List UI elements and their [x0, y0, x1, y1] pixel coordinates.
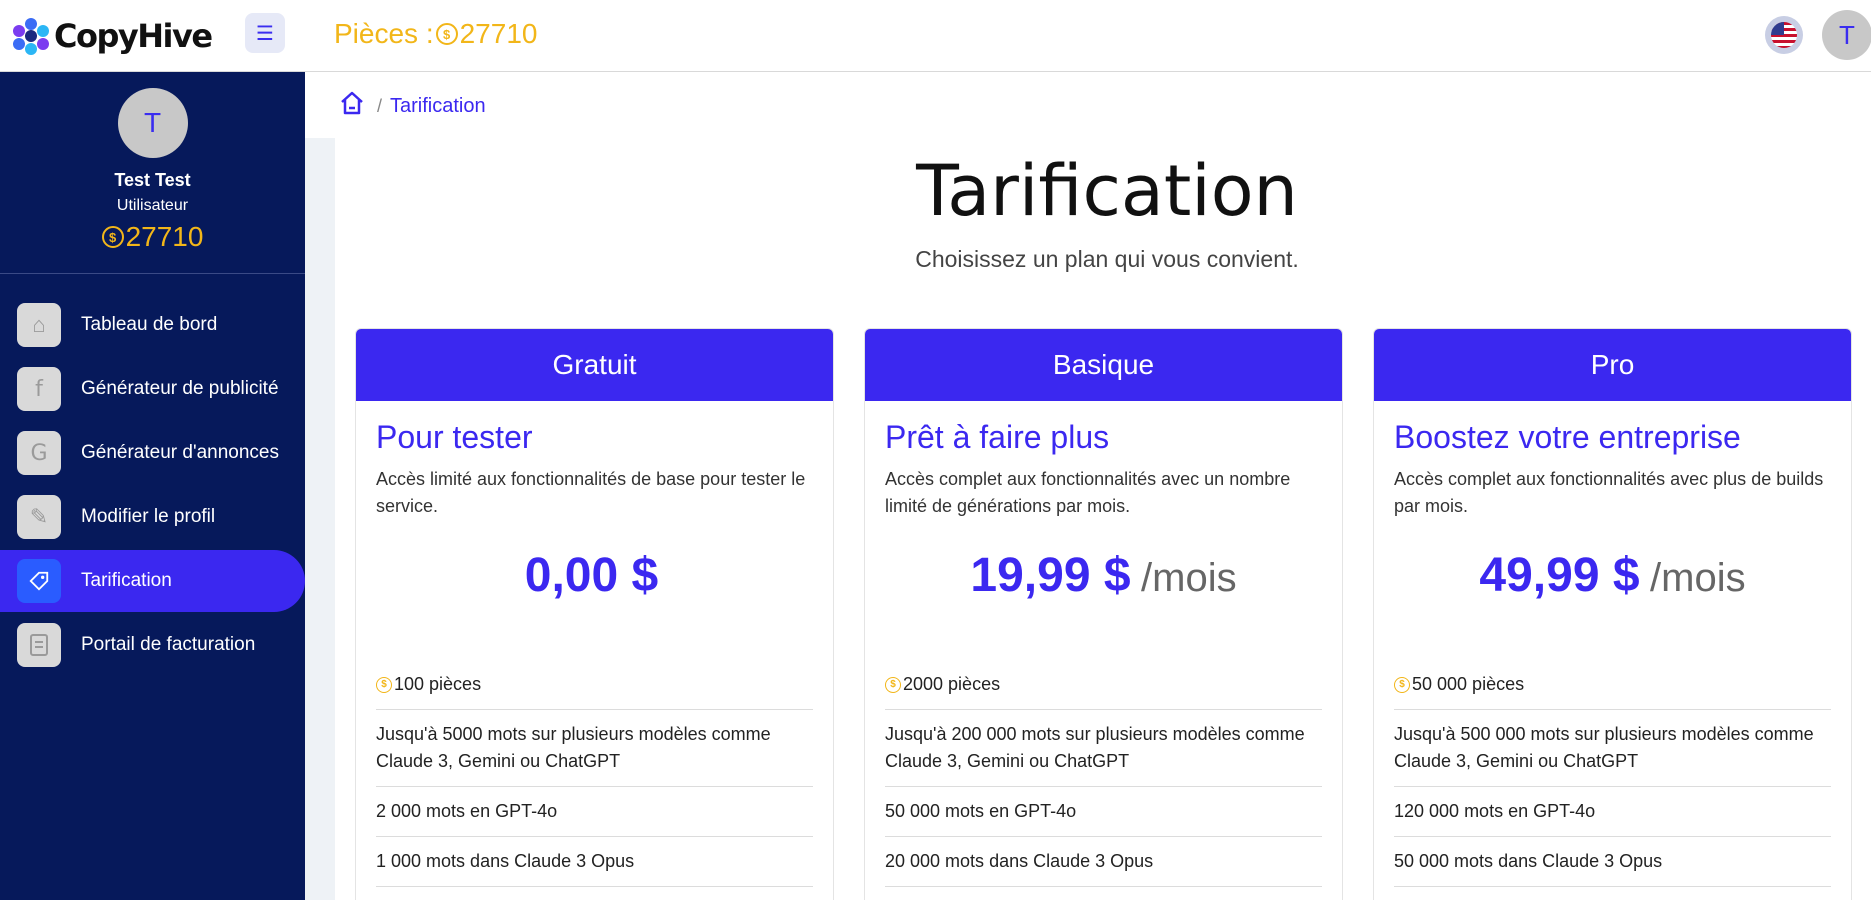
plan-price: 0,00 $: [376, 548, 813, 608]
plan-tagline: Prêt à faire plus: [885, 419, 1110, 455]
sidebar: T Test Test Utilisateur $ 27710 ⌂ Tablea…: [0, 72, 305, 900]
feature-item: 120 000 mots en GPT-4o: [1394, 787, 1831, 837]
top-bar: CopyHive ☰ Pièces : $ 27710 T: [0, 0, 1871, 72]
price-period: /mois: [1141, 556, 1237, 600]
pencil-icon: ✎: [17, 495, 61, 539]
content-gutter: [305, 138, 335, 900]
feature-item: $ 100 pièces: [376, 669, 813, 710]
feature-item: 1 000 mots dans Claude 3 Opus: [376, 837, 813, 887]
feature-item: $ 2000 pièces: [885, 669, 1322, 710]
feature-item: Jusqu'à 5000 mots sur plusieurs modèles …: [376, 710, 813, 787]
user-coins: $ 27710: [0, 221, 305, 253]
feature-item: $ 50 000 pièces: [1394, 669, 1831, 710]
user-role: Utilisateur: [116, 197, 189, 214]
sidebar-item-label: Portail de facturation: [81, 634, 256, 655]
home-icon[interactable]: [339, 90, 365, 122]
sidebar-item-label: Modifier le profil: [81, 506, 216, 527]
sidebar-item-listing-generator[interactable]: G Générateur d'annonces: [0, 422, 305, 484]
us-flag-icon: [1771, 22, 1797, 48]
feature-item: 20 000 mots dans Claude 3 Opus: [885, 837, 1322, 887]
feature-list: $ 2000 pièces Jusqu'à 200 000 mots sur p…: [885, 669, 1322, 887]
feature-item: 50 000 mots dans Claude 3 Opus: [1394, 837, 1831, 887]
sidebar-item-billing[interactable]: Portail de facturation: [0, 614, 305, 676]
plan-price: 49,99 $ /mois: [1394, 548, 1831, 608]
plan-card-basic: Basique Prêt à faire plus Accès complet …: [864, 328, 1343, 900]
feature-item: Jusqu'à 200 000 mots sur plusieurs modèl…: [885, 710, 1322, 787]
user-coins-value: 27710: [125, 221, 204, 252]
coins-label: Pièces :: [334, 18, 434, 49]
menu-toggle-button[interactable]: ☰: [245, 13, 285, 53]
coin-icon: $: [1394, 676, 1410, 693]
plan-card-pro: Pro Boostez votre entreprise Accès compl…: [1373, 328, 1852, 900]
copyhive-logo-icon: [12, 17, 50, 55]
plan-card-free: Gratuit Pour tester Accès limité aux fon…: [355, 328, 834, 900]
breadcrumb-separator: /: [377, 95, 383, 116]
profile-avatar: T: [117, 88, 188, 158]
plan-price: 19,99 $ /mois: [885, 548, 1322, 608]
document-icon: [17, 623, 61, 667]
home-icon: ⌂: [17, 303, 61, 347]
sidebar-item-pricing[interactable]: Tarification: [0, 550, 305, 612]
price-amount: 0,00 $: [524, 549, 659, 602]
price-amount: 49,99 $: [1479, 549, 1640, 602]
plan-tagline: Boostez votre entreprise: [1394, 419, 1741, 455]
page-subtitle: Choisissez un plan qui vous convient.: [915, 246, 1299, 272]
sidebar-item-dashboard[interactable]: ⌂ Tableau de bord: [0, 294, 305, 356]
sidebar-item-label: Générateur de publicité: [81, 378, 279, 399]
facebook-icon: f: [17, 367, 61, 411]
coin-icon: $: [376, 676, 392, 693]
plan-description: Accès limité aux fonctionnalités de base…: [376, 469, 806, 516]
user-name: Test Test: [114, 170, 191, 190]
price-period: /mois: [1650, 556, 1746, 600]
hamburger-icon: ☰: [256, 22, 274, 45]
coins-value: 27710: [459, 18, 538, 49]
plan-name: Basique: [865, 329, 1342, 401]
sidebar-item-ad-generator[interactable]: f Générateur de publicité: [0, 358, 305, 420]
coin-icon: $: [885, 676, 901, 693]
plan-name: Pro: [1374, 329, 1851, 401]
page-title: Tarification: [916, 150, 1298, 232]
sidebar-profile: T Test Test Utilisateur $ 27710: [0, 72, 305, 274]
sidebar-nav: ⌂ Tableau de bord f Générateur de public…: [0, 294, 305, 676]
coin-icon: $: [101, 226, 124, 248]
feature-item: 2 000 mots en GPT-4o: [376, 787, 813, 837]
plan-description: Accès complet aux fonctionnalités avec u…: [885, 469, 1291, 516]
plan-name: Gratuit: [356, 329, 833, 401]
feature-item: 50 000 mots en GPT-4o: [885, 787, 1322, 837]
tag-icon: [17, 559, 61, 603]
profile-initial: T: [143, 107, 162, 138]
sidebar-item-edit-profile[interactable]: ✎ Modifier le profil: [0, 486, 305, 548]
sidebar-item-label: Tableau de bord: [81, 314, 218, 335]
language-selector[interactable]: [1765, 16, 1803, 54]
feature-list: $ 50 000 pièces Jusqu'à 500 000 mots sur…: [1394, 669, 1831, 887]
header-coins: Pièces : $ 27710: [334, 18, 537, 50]
feature-item: Jusqu'à 500 000 mots sur plusieurs modèl…: [1394, 710, 1831, 787]
feature-text: 2000 pièces: [903, 674, 1001, 694]
feature-text: 50 000 pièces: [1412, 674, 1525, 694]
avatar-initial: T: [1839, 19, 1855, 50]
google-icon: G: [17, 431, 61, 475]
plan-description: Accès complet aux fonctionnalités avec p…: [1394, 469, 1824, 516]
user-avatar[interactable]: T: [1822, 10, 1871, 60]
sidebar-item-label: Tarification: [81, 570, 172, 591]
coin-icon: $: [435, 23, 458, 45]
breadcrumb: / Tarification: [339, 90, 486, 122]
sidebar-item-label: Générateur d'annonces: [81, 442, 279, 463]
breadcrumb-current: Tarification: [390, 94, 486, 117]
main-content: / Tarification Tarification Choisissez u…: [305, 72, 1871, 900]
brand-name: CopyHive: [54, 17, 213, 55]
plan-tagline: Pour tester: [376, 419, 533, 455]
feature-list: $ 100 pièces Jusqu'à 5000 mots sur plusi…: [376, 669, 813, 887]
price-amount: 19,99 $: [970, 549, 1131, 602]
feature-text: 100 pièces: [394, 674, 482, 694]
